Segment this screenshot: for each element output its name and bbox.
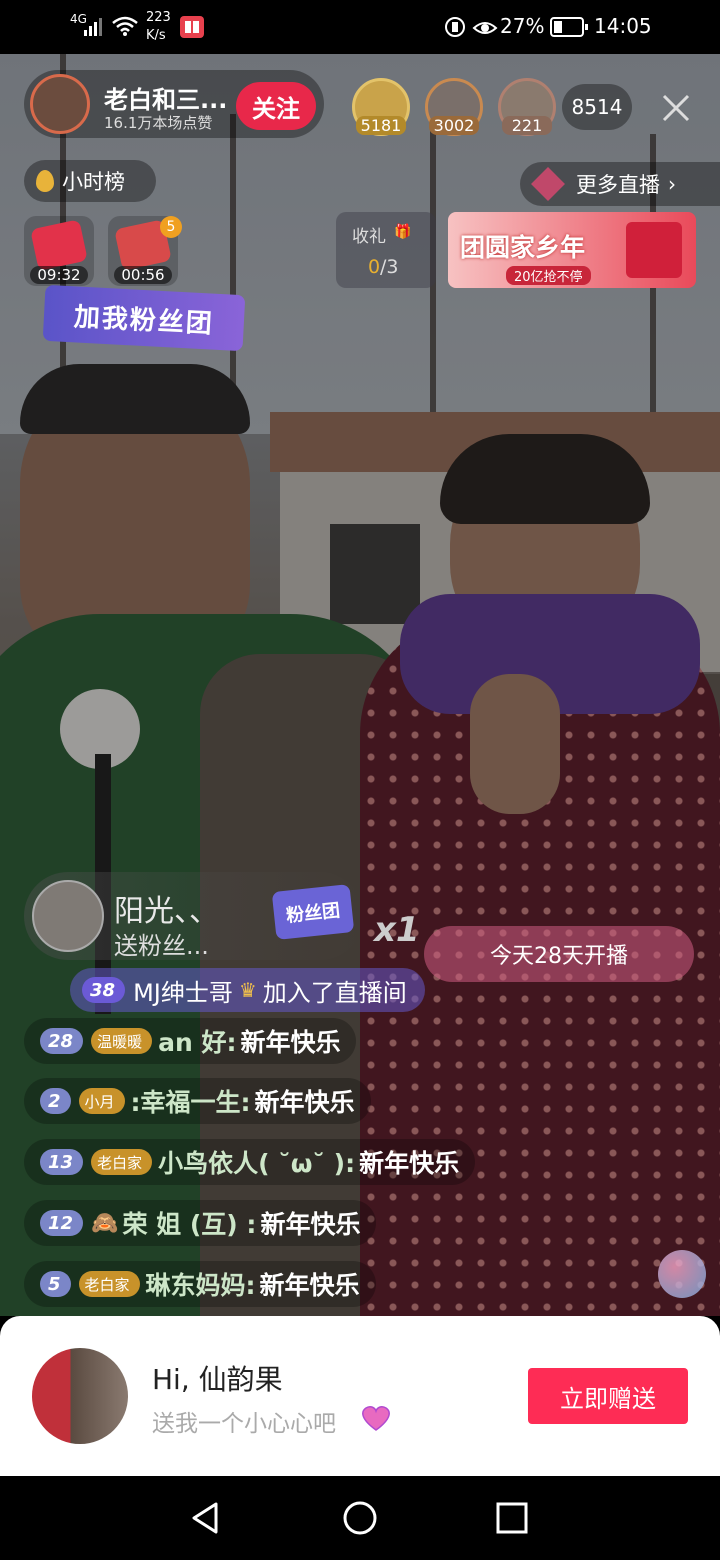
fan-club-gift-icon: 粉丝团 (271, 884, 355, 940)
chat-username[interactable]: an 好: (158, 1023, 236, 1059)
user-level-badge: 13 (40, 1149, 84, 1175)
signal-icon (84, 18, 104, 36)
eye-comfort-icon (472, 22, 498, 34)
user-level-badge: 5 (40, 1271, 71, 1297)
chat-text: 新年快乐 (254, 1088, 355, 1117)
monkey-emoji-icon: 🙈 (91, 1210, 119, 1236)
fan-badge: 老白家 (78, 1271, 140, 1297)
host-avatar[interactable] (32, 1348, 128, 1444)
chat-message[interactable]: 2 小月 :幸福一生: 新年快乐 (24, 1078, 371, 1124)
heart-icon (362, 1406, 390, 1431)
user-level-badge: 28 (40, 1028, 84, 1054)
banner-title: 团圆家乡年 (460, 233, 586, 262)
viewer-count[interactable]: 8514 (562, 84, 632, 130)
net-speed-value: 223 (146, 10, 171, 25)
streak-badge: 今天28天开播 (424, 926, 694, 982)
join-fan-club-sticker[interactable]: 加我粉丝团 (42, 284, 246, 352)
hour-rank-label: 小时榜 (62, 170, 125, 194)
greeting: Hi, 仙韵果 (152, 1363, 283, 1396)
navigation-bar (0, 1476, 720, 1560)
crown-icon: ♛ (238, 978, 257, 1002)
treasure-timer[interactable]: 5 00:56 (108, 216, 182, 286)
battery-icon (550, 17, 588, 37)
gift-prompt-subtitle: 送我一个小心心吧 (152, 1411, 336, 1437)
chat-text: 新年快乐 (259, 1271, 360, 1300)
gift-task[interactable]: 收礼 🎁 0 /3 (336, 212, 436, 288)
fan-badge: 温暖暖 (91, 1028, 153, 1054)
gifter-avatar[interactable] (32, 880, 104, 952)
event-banner[interactable]: 团圆家乡年 20亿抢不停 (448, 212, 696, 288)
streamer-likes: 16.1万本场点赞 (104, 114, 213, 132)
chevron-right-icon: › (668, 172, 676, 196)
gift-notice: 阳光、、 送粉丝... 粉丝团 (24, 872, 364, 960)
vibrate-icon (445, 17, 465, 37)
chat-message[interactable]: 28 温暖暖 an 好: 新年快乐 (24, 1018, 357, 1064)
fan-badge: 老白家 (91, 1149, 153, 1175)
banner-subtitle: 20亿抢不停 (506, 266, 591, 285)
gift-task-current: 0 (368, 256, 381, 278)
fan-badge: 小月 (78, 1088, 125, 1114)
top-viewer-count: 221 (502, 116, 552, 135)
chat-message[interactable]: 5 老白家 琳东妈妈: 新年快乐 (24, 1261, 376, 1307)
chat-username[interactable]: :幸福一生: (131, 1083, 251, 1119)
more-live-button[interactable]: 更多直播 › (520, 162, 720, 206)
gift-task-total: /3 (380, 256, 399, 278)
chat-message[interactable]: 12 🙈 荣 姐 (互) : 新年快乐 (24, 1200, 377, 1246)
home-icon[interactable] (342, 1500, 378, 1536)
chat-username[interactable]: 琳东妈妈: (146, 1266, 256, 1302)
gift-multiplier: x1 (374, 910, 420, 950)
timer-text: 00:56 (114, 266, 172, 284)
chat-message[interactable]: 13 老白家 小鸟依人( ˘ω˘ ): 新年快乐 (24, 1139, 476, 1185)
gifter-name: 阳光、、 (114, 894, 219, 929)
floating-heart-icon (658, 1250, 706, 1298)
chat-username[interactable]: 荣 姐 (互) : (122, 1205, 256, 1241)
chat-text: 新年快乐 (240, 1028, 341, 1057)
timer-text: 09:32 (30, 266, 88, 284)
user-level-badge: 2 (40, 1088, 71, 1114)
hour-rank-button[interactable]: 小时榜 (24, 160, 156, 202)
wifi-icon (112, 16, 138, 36)
back-icon[interactable] (188, 1500, 224, 1536)
timer-badge: 5 (160, 216, 182, 238)
fan-club-sticker-text: 加我粉丝团 (73, 301, 215, 340)
top-viewer-count: 5181 (356, 116, 406, 135)
gem-icon (531, 167, 565, 201)
join-action: 加入了直播间 (262, 978, 407, 1007)
clock: 14:05 (594, 14, 652, 38)
red-packet-timer[interactable]: 09:32 (24, 216, 94, 286)
net-speed-unit: K/s (146, 28, 166, 43)
recents-icon[interactable] (494, 1500, 530, 1536)
book-app-icon (180, 16, 204, 38)
streamer-avatar[interactable] (30, 74, 90, 134)
red-envelope-icon (626, 222, 682, 278)
join-notice: 38 MJ绅士哥 ♛ 加入了直播间 (70, 968, 425, 1012)
red-packet-icon (30, 219, 88, 271)
gift-task-label: 收礼 (352, 227, 386, 247)
user-level-badge: 38 (82, 977, 126, 1003)
close-icon[interactable] (660, 92, 692, 124)
chat-text: 新年快乐 (260, 1210, 361, 1239)
flame-icon (36, 170, 54, 192)
gift-box-icon: 🎁 (394, 224, 412, 240)
gift-prompt-card: Hi, 仙韵果 送我一个小心心吧 立即赠送 (0, 1316, 720, 1476)
chat-text: 新年快乐 (359, 1149, 460, 1178)
follow-button[interactable]: 关注 (236, 82, 316, 130)
chat-username[interactable]: 小鸟依人( ˘ω˘ ): (158, 1144, 355, 1180)
send-gift-button[interactable]: 立即赠送 (528, 1368, 688, 1424)
status-bar: 4G 223 K/s 27% 14:05 (0, 0, 720, 54)
battery-percent: 27% (500, 14, 545, 38)
user-level-badge: 12 (40, 1210, 84, 1236)
more-live-label: 更多直播 (576, 173, 660, 197)
gift-action: 送粉丝... (114, 932, 209, 960)
streamer-name: 老白和三... (104, 86, 228, 114)
join-user[interactable]: MJ绅士哥 (133, 973, 233, 1008)
top-viewer-count: 3002 (429, 116, 479, 135)
